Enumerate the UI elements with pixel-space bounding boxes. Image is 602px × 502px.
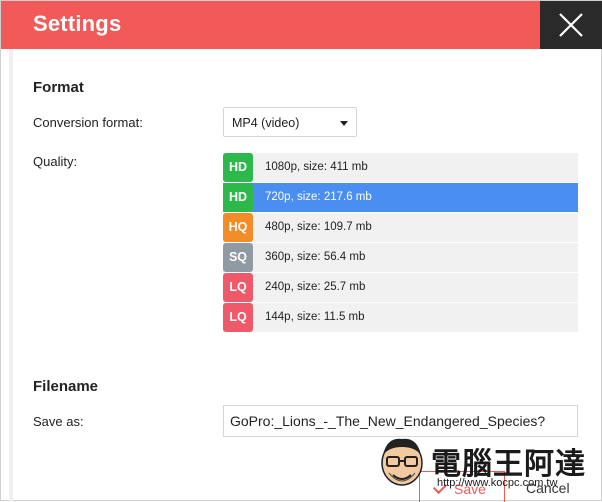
watermark-url: http://www.kocpc.com.tw xyxy=(437,477,558,489)
quality-option-label: 240p, size: 25.7 mb xyxy=(265,281,366,293)
quality-badge: HQ xyxy=(223,213,253,242)
quality-option-label: 360p, size: 56.4 mb xyxy=(265,251,366,263)
save-as-label: Save as: xyxy=(33,414,84,429)
dialog-header: Settings xyxy=(1,1,602,49)
conversion-format-value: MP4 (video) xyxy=(232,116,300,130)
format-heading: Format xyxy=(33,79,84,96)
quality-option[interactable]: LQ 144p, size: 11.5 mb xyxy=(223,303,578,332)
quality-option-label: 480p, size: 109.7 mb xyxy=(265,221,372,233)
quality-badge: LQ xyxy=(223,273,253,302)
settings-dialog: Settings Format Conversion format: MP4 (… xyxy=(0,0,602,502)
quality-badge: SQ xyxy=(223,243,253,272)
chevron-down-icon xyxy=(340,121,348,126)
quality-label: Quality: xyxy=(33,154,78,169)
mascot-logo xyxy=(381,438,423,486)
quality-list: HD 1080p, size: 411 mb HD 720p, size: 217.6… xyxy=(223,153,578,333)
watermark: 電腦王阿達 http://www.kocpc.com.tw xyxy=(377,433,599,495)
quality-option[interactable]: HQ 480p, size: 109.7 mb xyxy=(223,213,578,242)
quality-option[interactable]: HD 720p, size: 217.6 mb xyxy=(223,183,578,212)
quality-option[interactable]: SQ 360p, size: 56.4 mb xyxy=(223,243,578,272)
conversion-format-select[interactable]: MP4 (video) xyxy=(223,107,357,137)
filename-heading: Filename xyxy=(33,378,99,395)
quality-badge: LQ xyxy=(223,303,253,332)
dialog-title: Settings xyxy=(33,11,122,36)
filename-value: GoPro:_Lions_-_The_New_Endangered_Specie… xyxy=(230,413,546,429)
quality-option-label: 720p, size: 217.6 mb xyxy=(265,191,372,203)
quality-option-label: 1080p, size: 411 mb xyxy=(265,161,368,173)
conversion-format-label: Conversion format: xyxy=(33,115,143,130)
scroll-track xyxy=(9,49,13,502)
quality-badge: HD xyxy=(223,153,253,182)
close-icon xyxy=(559,13,583,37)
quality-option[interactable]: LQ 240p, size: 25.7 mb xyxy=(223,273,578,302)
quality-badge: HD xyxy=(223,183,253,212)
quality-option[interactable]: HD 1080p, size: 411 mb xyxy=(223,153,578,182)
quality-option-label: 144p, size: 11.5 mb xyxy=(265,311,365,323)
close-button[interactable] xyxy=(540,1,602,49)
